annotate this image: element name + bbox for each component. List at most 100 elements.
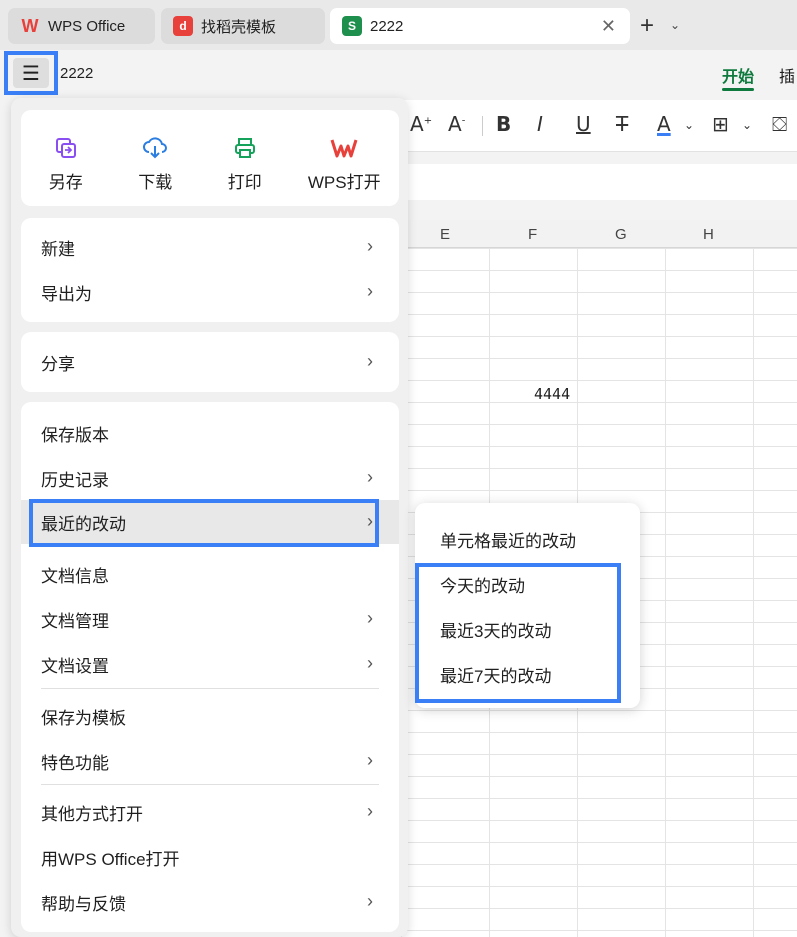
title-row: ☰ 2222 开始 插 (0, 50, 797, 100)
menu-item-doc-info[interactable]: 文档信息 (21, 552, 399, 596)
menu-item-recent-changes[interactable]: 最近的改动 › (21, 500, 399, 544)
menu-divider (41, 784, 379, 785)
font-color-icon[interactable]: A (657, 112, 671, 136)
menu-item-share[interactable]: 分享 › (21, 340, 399, 384)
tab-label: 2222 (370, 17, 404, 35)
quick-action-label: WPS打开 (307, 173, 381, 192)
tab-template[interactable]: d 找稻壳模板 (161, 8, 325, 44)
quick-action-label: 另存 (48, 173, 83, 192)
menu-item-label: 文档管理 (41, 611, 109, 631)
menu-item-label: 用WPS Office打开 (41, 849, 180, 869)
submenu-item-3days[interactable]: 最近3天的改动 (440, 617, 551, 642)
file-menu: 另存 下载 打印 WPS打开 新建 › 导出为 › 分享 › 保存版本 历史记录… (11, 98, 408, 937)
ribbon-tab-start[interactable]: 开始 (722, 63, 754, 87)
chevron-right-icon: › (367, 236, 373, 256)
quick-action-label: 打印 (227, 173, 262, 192)
underline-icon[interactable]: U (576, 112, 591, 136)
column-header-row: E F G H (400, 220, 797, 248)
submenu-item-today[interactable]: 今天的改动 (440, 572, 525, 597)
menu-item-save-version[interactable]: 保存版本 (21, 411, 399, 455)
chevron-right-icon: › (367, 351, 373, 371)
tab-current-doc[interactable]: S 2222 ✕ (330, 8, 630, 44)
save-as-button[interactable]: 另存 (26, 134, 106, 193)
strikethrough-icon[interactable]: T (616, 112, 628, 136)
menu-item-label: 其他方式打开 (41, 804, 143, 824)
menu-item-doc-manage[interactable]: 文档管理 › (21, 597, 399, 641)
chevron-right-icon: › (367, 750, 373, 770)
tab-bar: W WPS Office d 找稻壳模板 S 2222 ✕ + ⌄ (0, 0, 797, 50)
close-icon[interactable]: ✕ (601, 16, 616, 37)
tab-label: 找稻壳模板 (201, 18, 277, 36)
bold-icon[interactable]: B (496, 112, 511, 136)
column-header[interactable]: E (440, 226, 450, 243)
menu-item-label: 分享 (41, 354, 75, 374)
menu-item-history[interactable]: 历史记录 › (21, 456, 399, 500)
border-icon[interactable]: ⊞ (712, 112, 729, 136)
chevron-down-icon[interactable]: ⌄ (742, 118, 752, 132)
decrease-font-icon[interactable]: A- (448, 112, 465, 136)
menu-item-label: 保存版本 (41, 425, 109, 445)
menu-item-features[interactable]: 特色功能 › (21, 739, 399, 783)
recent-changes-submenu: 单元格最近的改动 今天的改动 最近3天的改动 最近7天的改动 (415, 503, 640, 708)
active-tab-indicator (722, 88, 754, 91)
fill-color-icon[interactable]: ⛋ (772, 112, 787, 136)
column-header[interactable]: G (615, 226, 627, 243)
menu-button[interactable]: ☰ (4, 51, 58, 95)
menu-item-label: 导出为 (41, 284, 92, 304)
italic-icon[interactable]: I (537, 112, 543, 136)
ribbon-tab-insert[interactable]: 插 (779, 63, 795, 87)
menu-item-new[interactable]: 新建 › (21, 225, 399, 269)
formatting-toolbar: A+ A- B I U T A ⌄ ⊞ ⌄ ⛋ (400, 100, 797, 152)
wps-open-button[interactable]: WPS打开 (294, 134, 394, 193)
menu-item-label: 历史记录 (41, 470, 109, 490)
submenu-item-cell-changes[interactable]: 单元格最近的改动 (440, 527, 576, 552)
chevron-right-icon: › (367, 608, 373, 628)
print-icon (231, 134, 259, 162)
hamburger-icon: ☰ (13, 58, 49, 88)
wps-logo-icon (330, 134, 358, 162)
menu-item-save-template[interactable]: 保存为模板 (21, 694, 399, 738)
formula-bar[interactable] (400, 164, 797, 200)
chevron-down-icon[interactable]: ⌄ (670, 18, 680, 32)
menu-divider (41, 688, 379, 689)
menu-item-help[interactable]: 帮助与反馈 › (21, 880, 399, 924)
menu-item-label: 文档信息 (41, 566, 109, 586)
chevron-right-icon: › (367, 511, 373, 531)
download-button[interactable]: 下载 (115, 134, 195, 193)
chevron-right-icon: › (367, 801, 373, 821)
chevron-right-icon: › (367, 281, 373, 301)
print-button[interactable]: 打印 (205, 134, 285, 193)
chevron-right-icon: › (367, 653, 373, 673)
menu-item-export[interactable]: 导出为 › (21, 270, 399, 314)
menu-item-label: 特色功能 (41, 753, 109, 773)
template-logo-icon: d (173, 16, 193, 36)
menu-item-label: 保存为模板 (41, 708, 126, 728)
quick-action-label: 下载 (138, 173, 173, 192)
menu-item-open-with[interactable]: 其他方式打开 › (21, 790, 399, 834)
chevron-down-icon[interactable]: ⌄ (684, 118, 694, 132)
tab-wps-office[interactable]: W WPS Office (8, 8, 155, 44)
wps-logo-icon: W (21, 15, 39, 36)
download-icon (141, 134, 169, 162)
document-title: 2222 (60, 65, 94, 82)
menu-item-label: 新建 (41, 239, 75, 259)
menu-item-label: 文档设置 (41, 656, 109, 676)
save-as-icon (52, 134, 80, 162)
cell-value[interactable]: 4444 (534, 385, 570, 403)
menu-item-label: 帮助与反馈 (41, 894, 126, 914)
menu-item-doc-settings[interactable]: 文档设置 › (21, 642, 399, 686)
chevron-right-icon: › (367, 891, 373, 911)
plus-icon[interactable]: + (640, 12, 654, 40)
menu-group-share: 分享 › (21, 332, 399, 392)
menu-item-label: 最近的改动 (41, 514, 126, 534)
menu-group-document: 保存版本 历史记录 › 最近的改动 › 文档信息 文档管理 › 文档设置 › 保… (21, 402, 399, 932)
spreadsheet-icon: S (342, 16, 362, 36)
menu-item-open-wps[interactable]: 用WPS Office打开 (21, 835, 399, 879)
column-header[interactable]: F (528, 226, 537, 243)
submenu-item-7days[interactable]: 最近7天的改动 (440, 662, 551, 687)
column-header[interactable]: H (703, 226, 714, 243)
toolbar-separator (482, 116, 483, 136)
chevron-right-icon: › (367, 467, 373, 487)
menu-group-create: 新建 › 导出为 › (21, 218, 399, 322)
increase-font-icon[interactable]: A+ (410, 112, 432, 136)
